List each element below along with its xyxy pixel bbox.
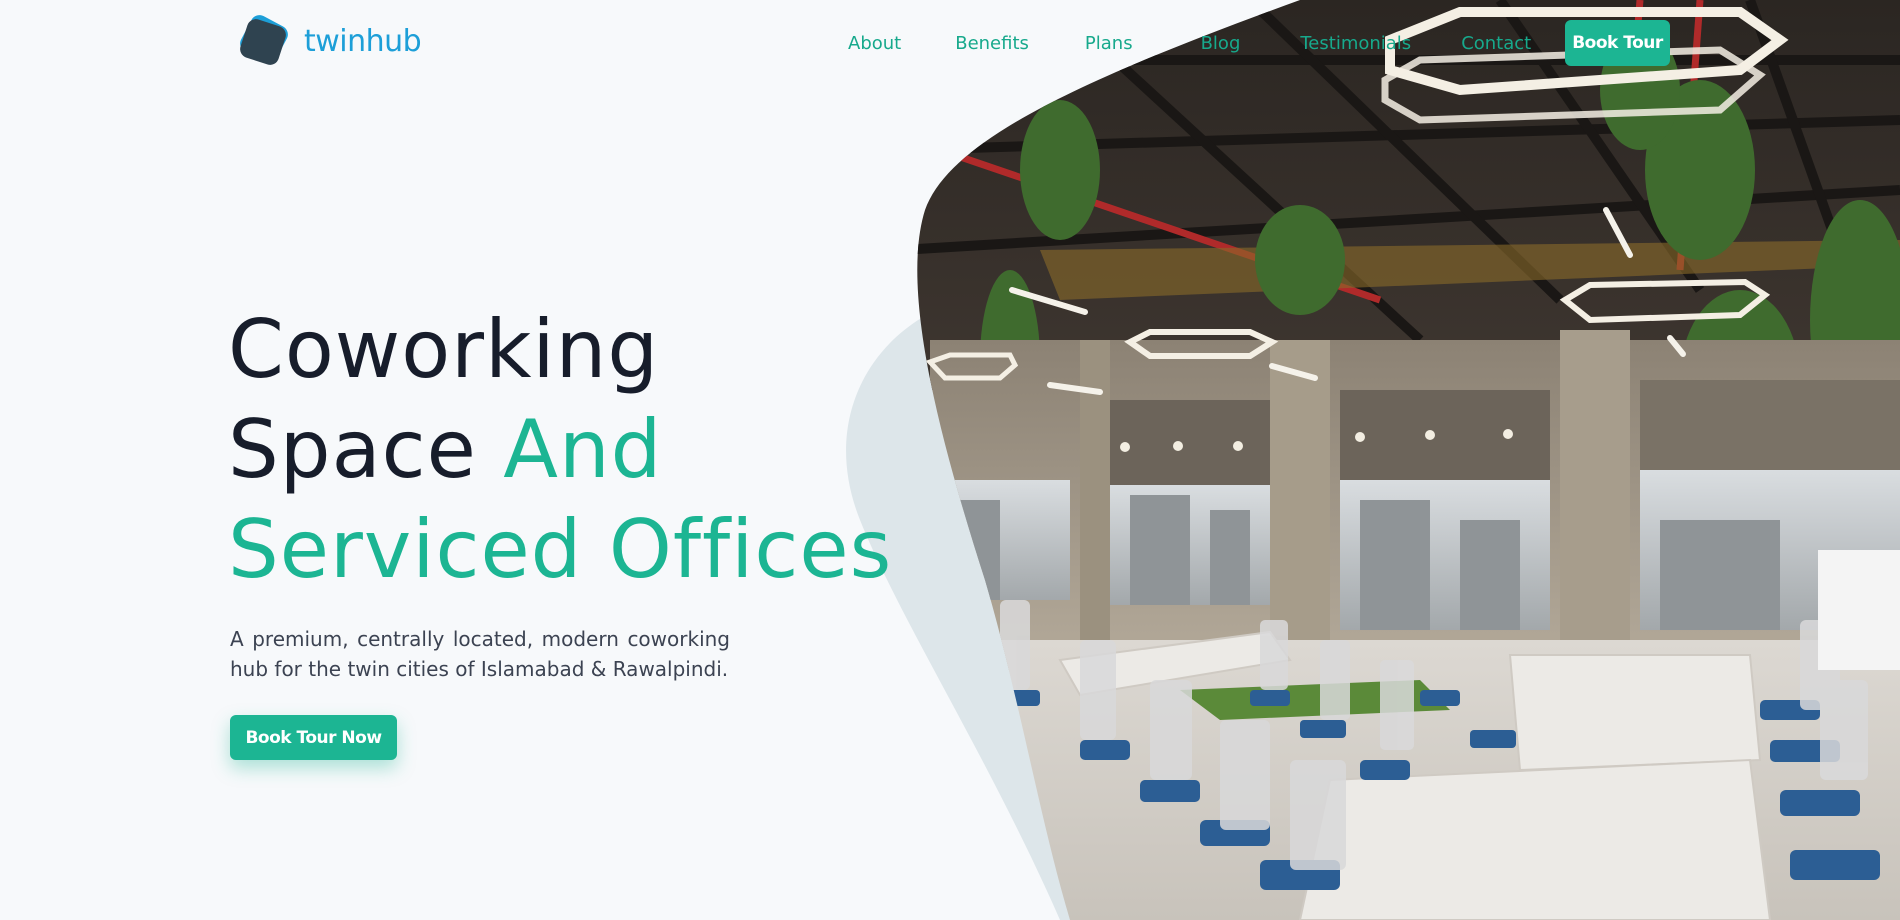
brand-name: twinhub: [304, 23, 422, 59]
brand-logo[interactable]: twinhub: [232, 10, 422, 72]
nav-plans[interactable]: Plans: [1085, 33, 1133, 54]
hero-title: Coworking Space And Serviced Offices: [228, 300, 892, 600]
book-tour-button[interactable]: Book Tour: [1565, 20, 1670, 66]
landing-page: twinhub About Benefits Plans Blog Testim…: [0, 0, 1900, 920]
main-nav: About Benefits Plans Blog Testimonials C…: [848, 20, 1531, 66]
nav-benefits[interactable]: Benefits: [955, 33, 1029, 54]
nav-about[interactable]: About: [848, 33, 901, 54]
nav-contact[interactable]: Contact: [1461, 33, 1531, 54]
nav-blog[interactable]: Blog: [1201, 33, 1241, 54]
rounded-diamond-logo-icon: [240, 15, 288, 65]
nav-testimonials[interactable]: Testimonials: [1300, 33, 1411, 54]
hero-description: A premium, centrally located, modern cow…: [230, 627, 730, 681]
hero-title-accent-and: And: [503, 403, 663, 496]
hero-title-line2: Space: [228, 403, 504, 496]
book-tour-now-button[interactable]: Book Tour Now: [230, 715, 397, 760]
hero-title-accent-offices: Serviced Offices: [228, 503, 893, 596]
hero-title-line1: Coworking: [228, 303, 660, 396]
